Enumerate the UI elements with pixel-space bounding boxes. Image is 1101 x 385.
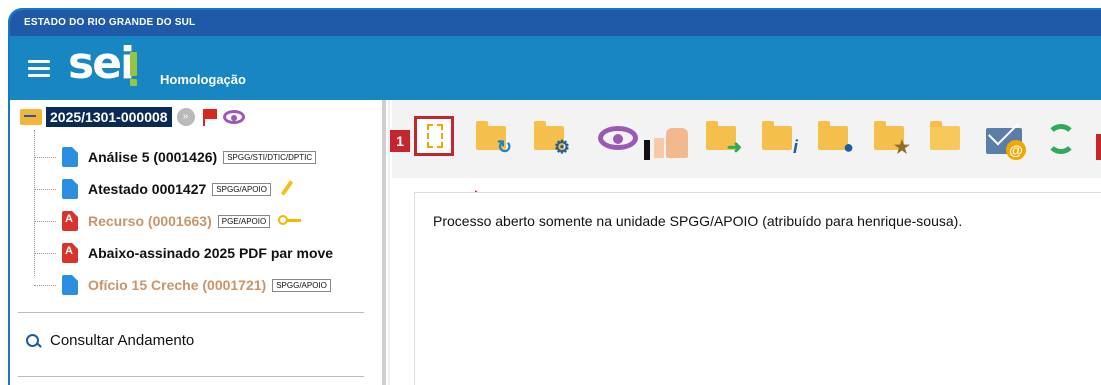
government-bar: ESTADO DO RIO GRANDE DO SUL: [10, 10, 1101, 36]
tree-item-document[interactable]: Recurso (0001663) PGE/APOIO: [34, 210, 304, 232]
forward-process-icon[interactable]: ➜: [706, 120, 742, 156]
info-icon[interactable]: i: [762, 120, 798, 156]
document-name[interactable]: Análise 5 (0001426): [88, 149, 217, 165]
send-process-icon[interactable]: ↻: [476, 120, 512, 156]
menu-icon[interactable]: [28, 60, 50, 77]
tree-item-document[interactable]: Abaixo-assinado 2025 PDF par move: [34, 242, 380, 264]
panel-splitter[interactable]: [382, 100, 386, 385]
tree-item-document[interactable]: Atestado 0001427 SPGG/APOIO: [34, 178, 293, 200]
document-name[interactable]: Ofício 15 Creche (0001721): [88, 277, 266, 293]
refresh-icon[interactable]: [1046, 124, 1076, 154]
logo-text: sei: [68, 38, 135, 89]
pdf-document-icon: [62, 211, 78, 231]
process-tree-panel: 2025/1301-000008 » Análise 5 (0001426) S…: [10, 100, 382, 385]
unit-tag: PGE/APOIO: [217, 214, 271, 228]
message-suffix: ).: [953, 213, 963, 229]
document-outline-icon: [427, 124, 443, 148]
logo-mark-dot: [130, 79, 137, 86]
flag-icon[interactable]: [201, 108, 217, 126]
divider: [18, 376, 364, 377]
process-folder-icon: [20, 109, 42, 125]
message-unit: SPGG/APOIO: [669, 213, 759, 229]
divider: [18, 312, 364, 313]
app-window: ESTADO DO RIO GRANDE DO SUL sei Homologa…: [8, 8, 1101, 385]
document-name[interactable]: Atestado 0001427: [88, 181, 206, 197]
message-prefix: Processo aberto somente na unidade: [433, 213, 670, 229]
logo-mark: [130, 52, 137, 76]
main-panel: 1 ↻ ⚙ ➜ i ● ★ @ Processo aberto somente …: [390, 100, 1101, 385]
content-area: Processo aberto somente na unidade SPGG/…: [414, 192, 1101, 385]
consultar-andamento-link[interactable]: Consultar Andamento: [26, 332, 194, 349]
unit-tag: SPGG/STI/DTIC/DPTIC: [223, 150, 317, 164]
manage-access-icon[interactable]: ⚙: [534, 120, 570, 156]
message-user: henrique-sousa: [857, 213, 954, 229]
unit-tag: SPGG/APOIO: [212, 182, 271, 196]
html-document-icon: [62, 179, 78, 199]
tree-item-document[interactable]: Análise 5 (0001426) SPGG/STI/DTIC/DPTIC: [34, 146, 317, 168]
new-document-icon[interactable]: [414, 116, 454, 156]
html-document-icon: [62, 275, 78, 295]
consultar-andamento-label: Consultar Andamento: [50, 332, 195, 349]
pdf-document-icon: [62, 243, 78, 263]
document-name[interactable]: Abaixo-assinado 2025 PDF par move: [88, 245, 333, 261]
process-number[interactable]: 2025/1301-000008: [46, 107, 172, 127]
partial-toolbar-icon[interactable]: [1096, 134, 1101, 160]
search-icon: [26, 333, 40, 348]
environment-label: Homologação: [160, 72, 246, 87]
folder-icon[interactable]: [930, 120, 966, 156]
thumbs-up-icon[interactable]: [654, 124, 688, 158]
tree-item-document[interactable]: Ofício 15 Creche (0001721) SPGG/APOIO: [34, 274, 380, 296]
eye-icon[interactable]: [222, 110, 245, 124]
status-message: Processo aberto somente na unidade SPGG/…: [433, 213, 962, 229]
html-document-icon: [62, 147, 78, 167]
message-mid: (atribuído para: [758, 213, 858, 229]
email-at-icon: @: [1006, 140, 1026, 160]
government-title: ESTADO DO RIO GRANDE DO SUL: [24, 17, 196, 28]
process-row[interactable]: 2025/1301-000008 »: [20, 106, 245, 128]
step-callout: 1: [390, 130, 410, 152]
view-icon[interactable]: [598, 126, 638, 150]
restricted-key-icon: [278, 215, 304, 227]
separator-mark: [644, 140, 650, 160]
document-name[interactable]: Recurso (0001663): [88, 213, 212, 229]
signature-pen-icon[interactable]: [279, 182, 293, 196]
fast-forward-icon[interactable]: »: [176, 108, 195, 126]
assign-user-icon[interactable]: ●: [818, 120, 854, 156]
process-toolbar: 1 ↻ ⚙ ➜ i ● ★ @: [390, 100, 1101, 178]
bookmark-star-icon[interactable]: ★: [874, 120, 910, 156]
unit-tag: SPGG/APOIO: [272, 278, 331, 292]
app-header: sei Homologação: [10, 36, 1101, 100]
